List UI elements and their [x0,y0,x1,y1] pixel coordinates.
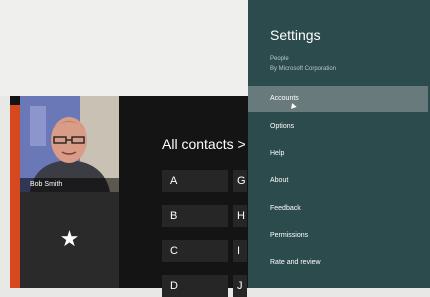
accent-bar [10,105,20,288]
star-icon: ★ [59,226,80,251]
all-contacts-heading[interactable]: All contacts > [162,136,246,152]
letter-tile-g[interactable]: G [233,170,247,192]
letter-tile-c[interactable]: C [162,240,228,262]
settings-pane: Settings People By Microsoft Corporation… [248,0,430,288]
app-name: People [270,56,289,62]
app-publisher: By Microsoft Corporation [270,66,337,72]
letter-tile-i[interactable]: I [233,240,247,262]
top-background [0,0,260,96]
profile-tile[interactable]: Bob Smith [20,96,119,192]
letter-tile-d[interactable]: D [162,275,228,297]
favorites-tile[interactable]: ★ [20,192,119,288]
settings-title: Settings [270,27,321,43]
menu-item-about[interactable]: About [248,168,428,194]
menu-item-permissions[interactable]: Permissions [248,223,428,249]
letter-tile-b[interactable]: B [162,205,228,227]
menu-item-feedback[interactable]: Feedback [248,196,428,222]
menu-item-options[interactable]: Options [248,114,428,140]
menu-item-help[interactable]: Help [248,141,428,167]
letter-tile-h[interactable]: H [233,205,247,227]
letter-tile-j[interactable]: J [233,275,247,297]
menu-item-rate-and-review[interactable]: Rate and review [248,250,428,276]
profile-name: Bob Smith [20,178,119,192]
menu-item-accounts[interactable]: Accounts [248,86,428,112]
letter-tile-a[interactable]: A [162,170,228,192]
